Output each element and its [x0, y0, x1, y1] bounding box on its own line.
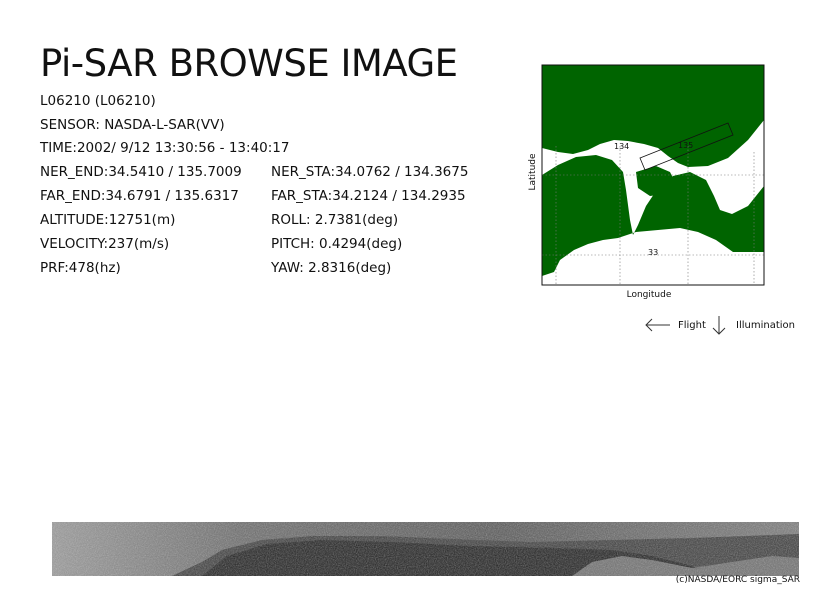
sar-browse-image — [52, 522, 799, 576]
page-title: Pi-SAR BROWSE IMAGE — [40, 42, 458, 85]
far-end-text: FAR_END:34.6791 / 135.6317 — [40, 188, 239, 204]
yaw-text: YAW: 2.8316(deg) — [271, 260, 392, 276]
flight-arrow-icon — [645, 318, 670, 332]
map-grid-label-33: 33 — [648, 248, 658, 257]
ner-end-text: NER_END:34.5410 / 135.7009 — [40, 164, 242, 180]
illumination-arrow-icon — [712, 316, 726, 335]
map-y-axis-label: Latitude — [528, 153, 538, 191]
illumination-label: Illumination — [736, 320, 795, 331]
map-x-axis-label: Longitude — [627, 290, 672, 300]
far-sta-text: FAR_STA:34.2124 / 134.2935 — [271, 188, 466, 204]
copyright-credit: (c)NASDA/EORC sigma_SAR — [675, 575, 800, 585]
prf-text: PRF:478(hz) — [40, 260, 121, 276]
sensor-text: SENSOR: NASDA-L-SAR(VV) — [40, 117, 225, 133]
roll-text: ROLL: 2.7381(deg) — [271, 212, 399, 228]
map-grid-label-134: 134 — [614, 142, 629, 151]
time-text: TIME:2002/ 9/12 13:30:56 - 13:40:17 — [40, 140, 290, 156]
flight-label: Flight — [678, 320, 706, 331]
altitude-text: ALTITUDE:12751(m) — [40, 212, 176, 228]
direction-legend: Flight Illumination — [645, 316, 795, 335]
velocity-text: VELOCITY:237(m/s) — [40, 236, 170, 252]
pitch-text: PITCH: 0.4294(deg) — [271, 236, 403, 252]
location-map: 134 135 33 Latitude Longitude — [528, 64, 765, 300]
scene-id: L06210 (L06210) — [40, 93, 156, 109]
ner-sta-text: NER_STA:34.0762 / 134.3675 — [271, 164, 469, 180]
